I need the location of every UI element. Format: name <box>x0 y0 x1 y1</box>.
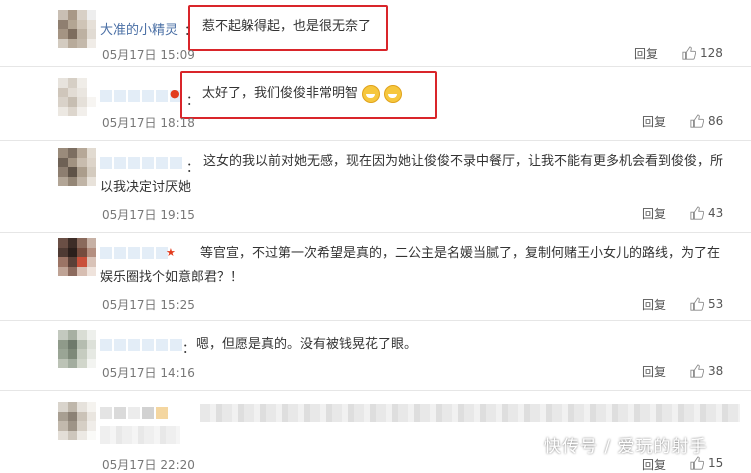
avatar[interactable] <box>58 10 96 48</box>
username-link[interactable]: 大准的小精灵 <box>100 19 178 38</box>
reply-button[interactable]: 回复 <box>634 45 658 62</box>
like-count: 128 <box>700 46 723 60</box>
comment-text-blurred <box>100 426 180 444</box>
like-button[interactable]: 38 <box>690 364 723 378</box>
thumbs-up-icon <box>682 46 696 60</box>
reply-button[interactable]: 回复 <box>642 363 666 380</box>
comment-item: ： 这女的我以前对她无感，现在因为她让俊俊不录中餐厅，让我不能有更多机会看到俊俊… <box>0 140 751 233</box>
reply-button[interactable]: 回复 <box>642 205 666 222</box>
comment-text-line1: 等官宣，不过第一次希望是真的，二公主是名媛当腻了，复制何赌王小女儿的路线，为了在 <box>200 246 721 261</box>
like-count: 53 <box>708 297 724 311</box>
avatar[interactable] <box>58 148 96 186</box>
like-count: 43 <box>708 206 724 220</box>
comment-item: ● ： 太好了，我们俊俊非常明智 05月17日 18:18 回复 86 <box>0 66 751 141</box>
comment-time: 05月17日 15:25 <box>102 298 195 312</box>
like-button[interactable]: 43 <box>690 206 723 220</box>
like-button[interactable]: 53 <box>690 297 723 311</box>
thumbs-up-icon <box>690 114 704 128</box>
comment-time: 05月17日 19:15 <box>102 208 195 222</box>
comment-text: 惹不起躲得起，也是很无奈了 <box>202 19 372 34</box>
comment-time: 05月17日 14:16 <box>102 366 195 380</box>
comment-time: 05月17日 15:09 <box>102 48 195 62</box>
watermark: 快传号 / 爱玩的射手 <box>544 437 708 457</box>
username-blurred[interactable] <box>100 404 168 422</box>
username-blurred[interactable] <box>100 154 182 172</box>
comment-item: 大准的小精灵 ： 惹不起躲得起，也是很无奈了 05月17日 15:09 回复 1… <box>0 0 751 67</box>
reply-button[interactable]: 回复 <box>642 456 666 473</box>
like-button[interactable]: 86 <box>690 114 723 128</box>
comment-time: 05月17日 18:18 <box>102 116 195 130</box>
comment-text-line2: 以我决定讨厌她 <box>100 180 192 195</box>
comment-item: ★ 等官宣，不过第一次希望是真的，二公主是名媛当腻了，复制何赌王小女儿的路线，为… <box>0 232 751 321</box>
colon: ： <box>186 161 200 176</box>
like-button[interactable]: 128 <box>682 46 723 60</box>
username-blurred[interactable] <box>100 244 168 262</box>
comment-time: 05月17日 22:20 <box>102 458 195 472</box>
reply-button[interactable]: 回复 <box>642 296 666 313</box>
reply-button[interactable]: 回复 <box>642 113 666 130</box>
vip-badge: ● <box>170 87 180 100</box>
username-blurred[interactable] <box>100 336 182 354</box>
comment-text-blurred <box>200 404 740 422</box>
like-count: 15 <box>708 456 724 470</box>
avatar[interactable] <box>58 330 96 368</box>
grinning-face-icon <box>362 84 381 103</box>
thumbs-up-icon <box>690 297 704 311</box>
colon: ： <box>182 342 196 357</box>
thumbs-up-icon <box>690 206 704 220</box>
comment-text: 嗯，但愿是真的。没有被钱晃花了眼。 <box>196 337 418 352</box>
avatar[interactable] <box>58 238 96 276</box>
grinning-face-icon <box>384 84 403 103</box>
comment-text-line2: 娱乐圈找个如意郎君？！ <box>100 270 244 285</box>
like-count: 38 <box>708 364 724 378</box>
avatar[interactable] <box>58 78 96 116</box>
comment-text: 太好了，我们俊俊非常明智 <box>202 81 742 107</box>
comment-text-line1: 这女的我以前对她无感，现在因为她让俊俊不录中餐厅，让我不能有更多机会看到俊俊，所 <box>203 154 724 169</box>
like-count: 86 <box>708 114 724 128</box>
thumbs-up-icon <box>690 364 704 378</box>
like-button[interactable]: 15 <box>690 456 723 470</box>
vip-badge: ★ <box>166 246 176 259</box>
thumbs-up-icon <box>690 456 704 470</box>
comment-item: ： 嗯，但愿是真的。没有被钱晃花了眼。 05月17日 14:16 回复 38 <box>0 320 751 391</box>
avatar[interactable] <box>58 402 96 440</box>
